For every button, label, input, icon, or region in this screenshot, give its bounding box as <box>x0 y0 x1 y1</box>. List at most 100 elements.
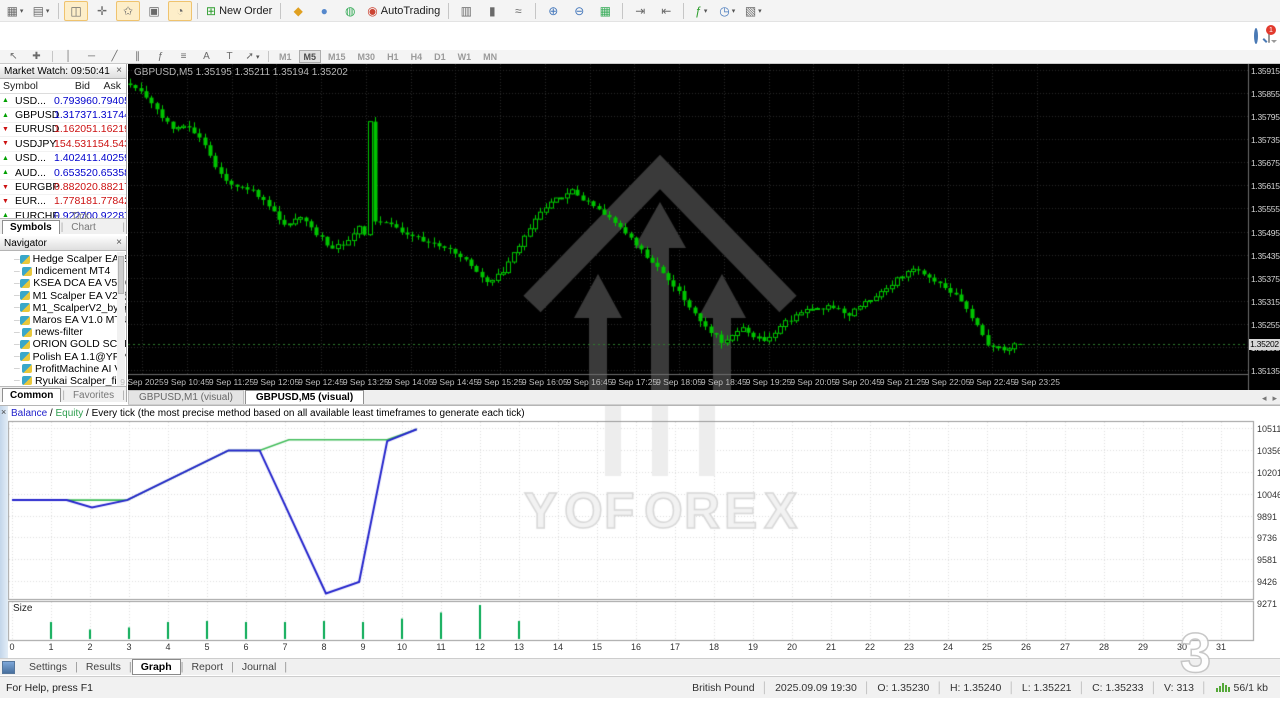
market-watch-toggle[interactable]: ◫ <box>64 0 88 21</box>
navigator-item[interactable]: ─ M1_ScalperV2_by@ <box>0 302 126 314</box>
new-order-button[interactable]: ⊞ New Order <box>203 1 275 21</box>
tester-tab-journal[interactable]: Journal <box>234 661 284 673</box>
scrollbar-thumb[interactable] <box>118 256 124 294</box>
chart-bars-button[interactable]: ▥ <box>454 1 478 21</box>
vertical-line-tool[interactable]: │ <box>58 50 79 64</box>
strategy-tester-toggle[interactable]: ◔ <box>168 0 192 21</box>
profiles-icon: ▤ <box>32 3 44 18</box>
community-chat-icon[interactable]: 1 <box>1266 25 1276 43</box>
zoom-in-button[interactable]: ⊕ <box>541 1 565 21</box>
arrows-tool[interactable]: ➚ ▾ <box>242 50 263 64</box>
timeframe-m5[interactable]: M5 <box>298 50 322 63</box>
tester-graph-canvas[interactable] <box>0 406 1280 661</box>
profiles-button[interactable]: ▤ ▾ <box>29 1 53 21</box>
navigator-item-label: Hedge Scalper EA 2 <box>32 253 126 266</box>
cursor-tool[interactable]: ↖ <box>3 50 24 64</box>
trendline-tool[interactable]: ╱ <box>104 50 125 64</box>
navigator-item[interactable]: ─ ORION GOLD SCAL <box>0 338 126 350</box>
price-axis-label: 1.35435 <box>1251 250 1280 261</box>
search-icon[interactable] <box>1254 28 1258 44</box>
crosshair-icon: ✚ <box>32 51 41 62</box>
market-watch-row[interactable]: ▼ USDJPY154.531154.543 <box>0 137 126 152</box>
zoom-out-button[interactable]: ⊖ <box>567 1 591 21</box>
auto-scroll-button[interactable]: ⇥ <box>628 1 652 21</box>
market-watch-row[interactable]: ▲ AUD... 0.653520.65358 <box>0 166 126 181</box>
toolbar-separator <box>535 2 537 19</box>
timeframe-h4[interactable]: H4 <box>406 50 428 63</box>
autotrading-button[interactable]: ◉ AutoTrading <box>364 1 443 21</box>
indicators-button[interactable]: ƒ ▾ <box>689 1 713 21</box>
tab-scroll-left-icon[interactable]: ◂ <box>1259 393 1270 404</box>
metaeditor-button[interactable]: ◆ <box>286 1 310 21</box>
tester-tab-settings[interactable]: Settings <box>21 661 75 673</box>
market-watch-row[interactable]: ▼ EURGBP0.882020.88217 <box>0 180 126 195</box>
timeframe-m30[interactable]: M30 <box>353 50 381 63</box>
timeframe-mn[interactable]: MN <box>478 50 502 63</box>
market-watch-row[interactable]: ▼ EURUSD1.162051.16219 <box>0 123 126 138</box>
fibonacci-tool[interactable]: ƒ <box>150 50 171 64</box>
new-chart-button[interactable]: ▦ ▾ <box>3 1 27 21</box>
community-button[interactable]: ◍ <box>338 1 362 21</box>
label-tool[interactable]: T <box>219 50 240 64</box>
templates-button[interactable]: ▧ ▾ <box>741 1 765 21</box>
navigator-tab-common[interactable]: Common <box>2 388 62 402</box>
navigator-item[interactable]: ─ M1 Scalper EA V2@ <box>0 290 126 302</box>
close-icon[interactable]: × <box>116 238 122 248</box>
bid-cell: 0.88202 <box>54 181 92 194</box>
channel-tool[interactable]: ∥ <box>127 50 148 64</box>
close-icon[interactable]: × <box>1 407 6 417</box>
toolbar-separator <box>197 2 198 19</box>
graph-x-label: 9 <box>360 642 366 652</box>
close-icon[interactable]: × <box>116 66 122 76</box>
navigator-item[interactable]: ─ Polish EA 1.1@YFP <box>0 351 126 363</box>
navigator-item[interactable]: ─ news-filter <box>0 326 126 338</box>
timeframe-d1[interactable]: D1 <box>429 50 451 63</box>
graph-x-label: 2 <box>87 642 93 652</box>
navigator-item[interactable]: ─ Maros EA V1.0 MT4 <box>0 314 126 326</box>
experts-button[interactable]: ● <box>312 1 336 21</box>
chart-line-button[interactable]: ≈ <box>506 1 530 21</box>
navigator-scrollbar[interactable] <box>117 252 125 386</box>
chart-tab-m1[interactable]: GBPUSD,M1 (visual) <box>128 390 244 404</box>
horizontal-line-tool[interactable]: ─ <box>81 50 102 64</box>
market-watch-row[interactable]: ▼ EUR... 1.778181.77842 <box>0 195 126 210</box>
navigator-item[interactable]: ─ ProfitMachine AI V <box>0 363 126 375</box>
metaeditor-icon: ◆ <box>293 3 303 18</box>
crosshair-tool[interactable]: ✚ <box>26 50 47 64</box>
expert-advisor-icon <box>19 352 30 362</box>
market-watch-tab-symbols[interactable]: Symbols <box>2 220 60 234</box>
tester-tab-graph[interactable]: Graph <box>131 659 181 675</box>
text-tool[interactable]: A <box>196 50 217 64</box>
data-window-toggle[interactable]: ✛ <box>90 1 114 21</box>
timeframe-m1[interactable]: M1 <box>274 50 297 63</box>
time-axis-label: 9 Sep 18:05 <box>656 377 702 387</box>
chart-candles-button[interactable]: ▮ <box>480 1 504 21</box>
navigator-item[interactable]: ─ KSEA DCA EA V5.0 <box>0 277 126 289</box>
chart-shift-button[interactable]: ⇤ <box>654 1 678 21</box>
graph-x-label: 0 <box>9 642 15 652</box>
tester-tab-report[interactable]: Report <box>183 661 231 673</box>
market-watch-row[interactable]: ▲ USD... 0.793960.79405 <box>0 94 126 109</box>
market-watch-tab-tick-chart[interactable]: Tick Chart <box>64 210 121 234</box>
navigator-item[interactable]: ─ Hedge Scalper EA 2 <box>0 253 126 265</box>
tester-tab-results[interactable]: Results <box>78 661 129 673</box>
navigator-tab-favorites[interactable]: Favorites <box>66 389 121 402</box>
down-arrow-icon: ▼ <box>2 125 9 133</box>
navigator-item[interactable]: ─ Indicement MT4 <box>0 265 126 277</box>
graph-y-label: 9426 <box>1257 577 1278 588</box>
timeframe-h1[interactable]: H1 <box>382 50 404 63</box>
time-axis-label: 9 Sep 15:25 <box>477 377 523 387</box>
lines-more-tool[interactable]: ≡ <box>173 50 194 64</box>
terminal-toggle[interactable]: ▣ <box>142 1 166 21</box>
tile-windows-button[interactable]: ▦ <box>593 1 617 21</box>
timeframe-w1[interactable]: W1 <box>453 50 477 63</box>
navigator-toggle[interactable]: ✩ <box>116 0 140 21</box>
price-chart-canvas[interactable] <box>128 64 1280 390</box>
market-watch-row[interactable]: ▲ GBPUSD1.317371.31744 <box>0 108 126 123</box>
graph-y-label: 9891 <box>1257 511 1278 522</box>
chart-tab-m5[interactable]: GBPUSD,M5 (visual) <box>244 390 365 404</box>
timeframe-m15[interactable]: M15 <box>323 50 351 63</box>
tab-scroll-right-icon[interactable]: ▸ <box>1269 393 1280 404</box>
market-watch-row[interactable]: ▲ USD... 1.402411.40259 <box>0 152 126 166</box>
periods-button[interactable]: ◷ ▾ <box>715 1 739 21</box>
